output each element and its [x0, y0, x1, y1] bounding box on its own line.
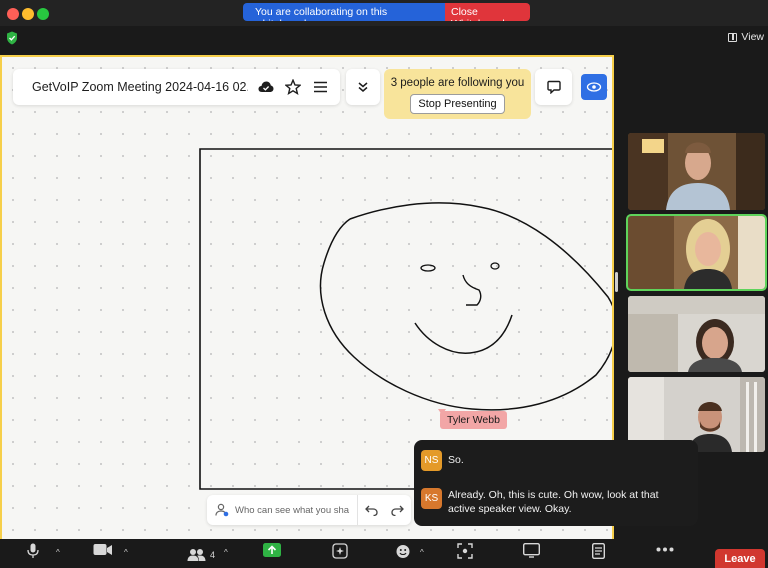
share-screen-icon	[263, 543, 281, 557]
participant-video-image-2	[628, 216, 765, 289]
collaboration-message: You are collaborating on this whiteboard	[243, 3, 445, 21]
notes-button[interactable]	[592, 543, 605, 567]
double-chevron-down-icon	[358, 82, 368, 92]
panel-resize-handle[interactable]	[615, 272, 618, 292]
video-button[interactable]	[93, 543, 113, 567]
meeting-toolbar: ^ ^ 4 ^ ^	[0, 539, 768, 568]
close-window-button[interactable]	[7, 8, 19, 20]
chat-avatar: NS	[421, 450, 442, 471]
menu-icon[interactable]	[311, 78, 329, 96]
more-dots-icon	[656, 547, 674, 552]
share-visibility-input[interactable]: Who can see what you sha	[235, 505, 353, 516]
star-icon[interactable]	[284, 78, 302, 96]
more-button[interactable]	[656, 547, 674, 568]
follow-view-button[interactable]	[581, 74, 607, 100]
minimize-window-button[interactable]	[22, 8, 34, 20]
participant-video-1[interactable]	[628, 133, 765, 210]
chat-overlay: NS So. KS Already. Oh, this is cute. Oh …	[414, 440, 698, 526]
participant-count: 4	[210, 550, 216, 560]
remote-cursor-label: Tyler Webb	[440, 411, 507, 429]
view-layout-icon	[728, 32, 738, 42]
zoom-window-button[interactable]	[37, 8, 49, 20]
view-button[interactable]: View	[728, 31, 764, 43]
participants-icon	[187, 549, 206, 561]
microphone-icon	[27, 543, 39, 558]
chat-message: KS Already. Oh, this is cute. Oh wow, lo…	[421, 488, 688, 516]
whiteboards-button[interactable]	[523, 543, 540, 567]
chat-message-text: Already. Oh, this is cute. Oh wow, look …	[448, 489, 659, 515]
close-whiteboard-button[interactable]: Close Whiteboard	[445, 3, 530, 21]
share-visibility-bar: Who can see what you sha	[207, 495, 411, 525]
redo-button[interactable]	[384, 505, 410, 516]
participants-button[interactable]: 4	[187, 543, 215, 567]
view-label: View	[741, 31, 764, 43]
summary-button[interactable]	[332, 543, 348, 567]
share-screen-button[interactable]	[263, 543, 281, 567]
drawn-face-outline	[319, 202, 612, 411]
participant-video-3[interactable]	[628, 296, 765, 372]
video-options-caret[interactable]: ^	[124, 548, 128, 557]
collapse-toolbar-button[interactable]	[346, 69, 380, 105]
collaboration-banner: You are collaborating on this whiteboard…	[243, 3, 530, 21]
eye-icon	[586, 82, 602, 92]
leave-meeting-button[interactable]: Leave	[715, 549, 765, 568]
redo-icon	[390, 505, 404, 516]
drawn-right-eye	[490, 262, 500, 270]
drawn-left-eye	[420, 264, 436, 272]
shield-icon[interactable]	[6, 31, 18, 45]
reactions-options-caret[interactable]: ^	[420, 548, 424, 557]
whiteboard-title[interactable]: GetVoIP Zoom Meeting 2024-04-16 02...	[32, 80, 248, 94]
cloud-save-icon[interactable]	[257, 78, 275, 96]
comment-icon	[546, 80, 561, 94]
comment-button[interactable]	[535, 69, 572, 105]
video-camera-icon	[93, 544, 112, 555]
emoji-icon	[396, 545, 410, 558]
apps-button[interactable]	[457, 543, 473, 567]
undo-icon	[364, 505, 378, 516]
participant-video-image-1	[628, 133, 765, 210]
user-visibility-icon[interactable]	[215, 503, 229, 517]
following-banner: 3 people are following you Stop Presenti…	[384, 69, 531, 119]
chat-avatar: KS	[421, 488, 442, 509]
ai-summary-icon	[332, 543, 348, 559]
participant-video-image-3	[628, 296, 765, 372]
reactions-button[interactable]	[395, 543, 411, 567]
audio-options-caret[interactable]: ^	[56, 548, 60, 557]
drawn-mouth	[414, 314, 513, 354]
undo-button[interactable]	[358, 505, 384, 516]
notes-icon	[592, 543, 605, 559]
participants-options-caret[interactable]: ^	[224, 548, 228, 557]
drawn-nose	[462, 274, 482, 306]
participant-video-2-active-speaker[interactable]	[626, 214, 767, 291]
chat-message-text: So.	[448, 454, 464, 466]
document-toolbar: GetVoIP Zoom Meeting 2024-04-16 02...	[13, 69, 340, 105]
chat-message: NS So.	[421, 450, 688, 471]
window-titlebar: You are collaborating on this whiteboard…	[0, 0, 768, 26]
mute-button[interactable]	[27, 543, 39, 567]
whiteboard-icon	[523, 543, 540, 558]
following-count-text: 3 people are following you	[390, 77, 525, 89]
stop-presenting-button[interactable]: Stop Presenting	[410, 94, 505, 114]
apps-icon	[457, 543, 473, 559]
drawn-frame	[199, 148, 612, 490]
